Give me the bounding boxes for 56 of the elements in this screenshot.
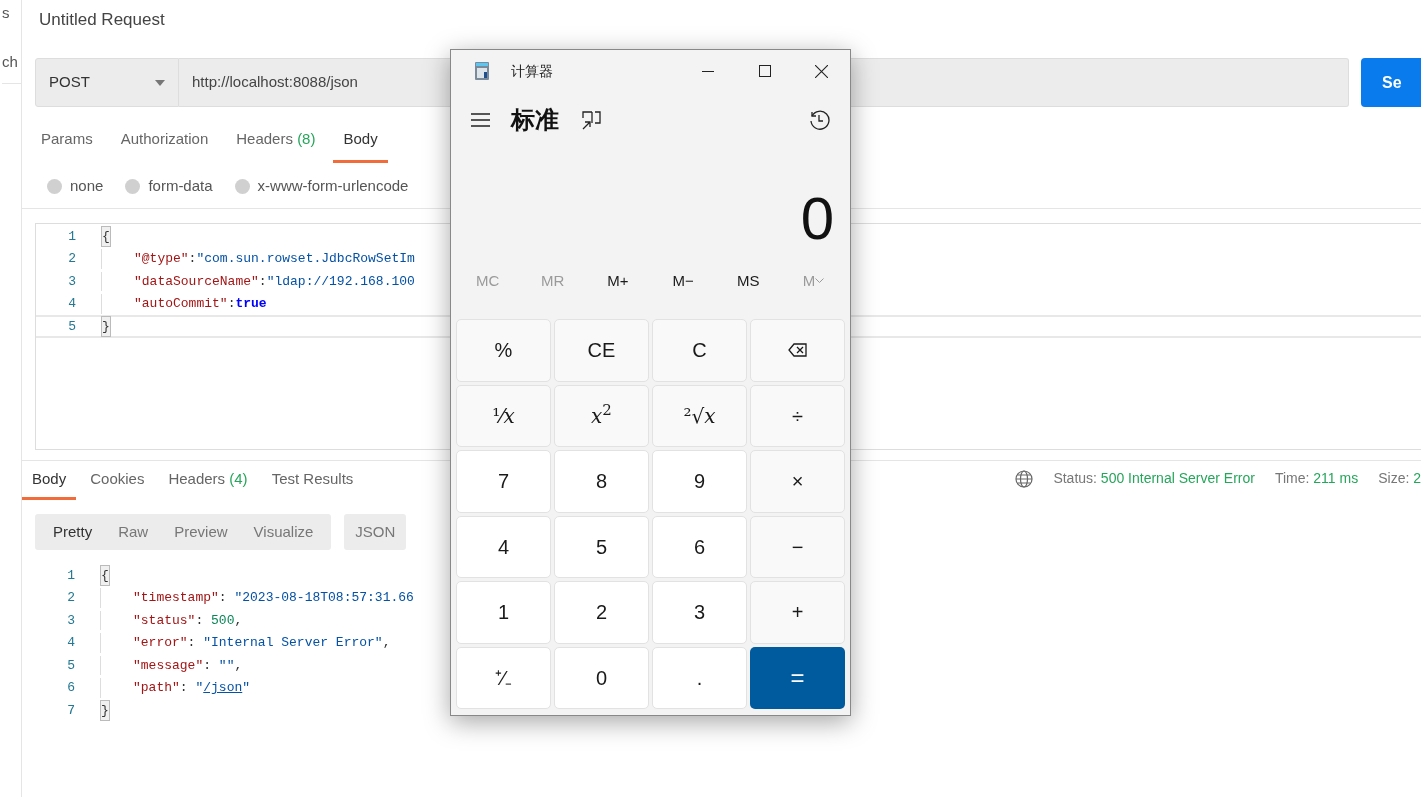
sidebar-text: s: [2, 3, 11, 23]
request-title: Untitled Request: [39, 9, 165, 32]
radio-label: form-data: [148, 176, 213, 197]
code-token: ": [242, 679, 251, 697]
code-token: "timestamp": [133, 589, 219, 607]
code-token: {: [101, 565, 109, 585]
code-token: :: [188, 250, 197, 268]
response-meta: Time: 211 ms: [1274, 469, 1359, 488]
line-number: 1: [66, 566, 75, 585]
code-token: "autoCommit": [134, 295, 228, 313]
code-token: "message": [133, 656, 204, 675]
code-token: "path": [133, 679, 180, 697]
code-token: "Internal Server Error": [203, 634, 383, 652]
code-token: :: [179, 679, 189, 697]
code-token: ": [195, 679, 204, 697]
line-number: 5: [66, 656, 75, 675]
code-token: :: [187, 634, 197, 652]
window-title: 计算器: [511, 61, 553, 81]
code-token: }: [102, 316, 110, 336]
code-token: :: [195, 611, 205, 630]
code-token: :: [258, 272, 267, 291]
code-token: "2023-08-18T08:57:31.66: [234, 589, 414, 607]
code-token: }: [101, 700, 109, 720]
sidebar-text: ch: [2, 50, 21, 84]
line-number: 4: [66, 634, 75, 652]
mode-title: 标准: [511, 105, 559, 135]
code-token: "error": [133, 634, 188, 652]
code-token: :: [218, 589, 228, 607]
code-token: :: [203, 656, 213, 675]
line-number: 6: [66, 679, 75, 697]
code-token: :: [227, 295, 236, 313]
response-meta: Status: 500 Internal Server Error: [1053, 469, 1255, 488]
code-token: ,: [234, 611, 243, 630]
code-token: ,: [382, 634, 391, 652]
code-token: 500: [211, 611, 235, 630]
code-token: "dataSourceName": [134, 272, 259, 291]
line-number: 3: [66, 611, 75, 630]
radio-label: none: [70, 176, 104, 197]
code-token: "com.sun.rowset.JdbcRowSetIm: [196, 250, 415, 268]
response-meta: Size: 2: [1378, 469, 1421, 488]
line-number: 4: [67, 295, 76, 313]
code-token: "status": [133, 611, 196, 630]
code-token: true: [235, 295, 267, 313]
line-number: 2: [66, 589, 75, 607]
line-number: 2: [67, 250, 76, 268]
code-token: "": [218, 656, 235, 675]
line-number: 7: [66, 701, 75, 720]
code-token: /json: [203, 679, 243, 697]
radio-label: x-www-form-urlencode: [257, 176, 409, 197]
line-number: 3: [67, 272, 76, 291]
code-token: "ldap://192.168.100: [266, 272, 415, 291]
code-token: {: [102, 226, 110, 246]
code-token: "@type": [134, 250, 189, 268]
line-number: 1: [67, 227, 76, 246]
code-token: ,: [234, 656, 243, 675]
line-number: 5: [67, 317, 76, 336]
